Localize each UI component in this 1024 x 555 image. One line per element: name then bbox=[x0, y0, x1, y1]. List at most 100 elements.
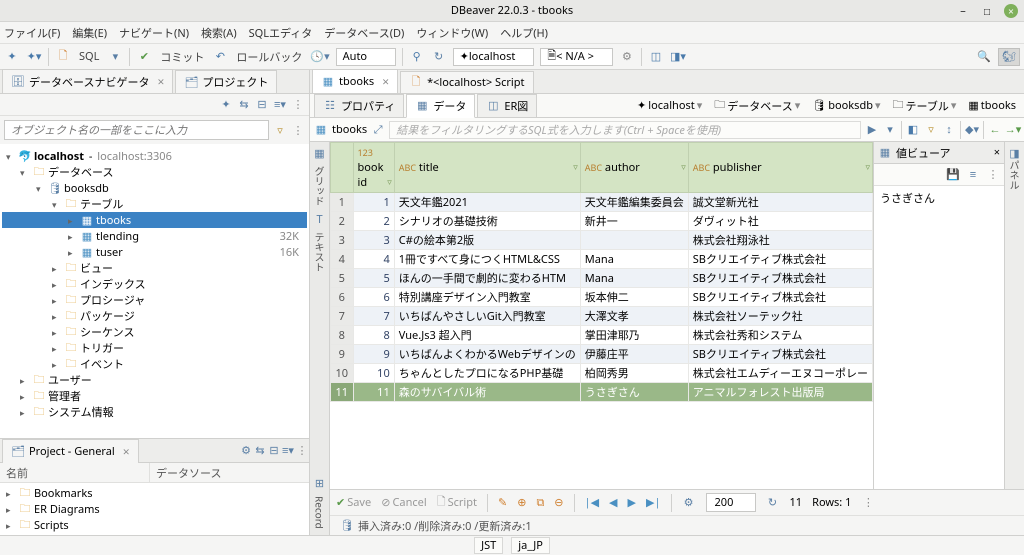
project-item[interactable]: ▸🗀Scripts bbox=[2, 517, 307, 533]
close-tab-icon[interactable]: × bbox=[157, 73, 164, 90]
gear-icon[interactable]: ⚙ bbox=[239, 444, 253, 458]
autocommit-select[interactable]: Auto bbox=[336, 48, 396, 66]
table-row[interactable]: 4 4 1冊ですべて身につくHTML&CSS Mana SBクリエイティブ株式会… bbox=[331, 250, 873, 269]
filter2-icon[interactable]: ▿ bbox=[924, 123, 938, 137]
tree-folder[interactable]: ▸🗀ユーザー bbox=[2, 372, 307, 388]
crumb-table[interactable]: ▦tbooks bbox=[964, 97, 1020, 114]
close-button[interactable]: × bbox=[1004, 4, 1018, 18]
last-icon[interactable]: ▶| bbox=[646, 495, 661, 510]
script-button[interactable]: 🗋Script bbox=[437, 493, 477, 512]
filter-icon[interactable]: ▿ bbox=[273, 123, 287, 137]
prev-icon[interactable]: ◀ bbox=[609, 495, 617, 510]
tool2-icon[interactable]: ◨▾ bbox=[670, 48, 686, 66]
column-header[interactable]: ABC title▿ bbox=[394, 143, 580, 193]
more-icon[interactable]: ⋮ bbox=[861, 496, 875, 510]
back-icon[interactable]: ← bbox=[988, 123, 1002, 137]
text-icon[interactable]: T bbox=[313, 212, 327, 226]
menu-help[interactable]: ヘルプ(H) bbox=[500, 25, 548, 41]
tab-project-general[interactable]: 🗂 Project - General × bbox=[2, 439, 139, 463]
link-icon[interactable]: ⇆ bbox=[253, 444, 267, 458]
rollback-icon[interactable]: ↶ bbox=[212, 48, 228, 66]
run-icon[interactable]: ▶ bbox=[865, 123, 879, 137]
crumb-db[interactable]: 🗀データベース▾ bbox=[710, 95, 804, 116]
maximize-button[interactable]: □ bbox=[980, 4, 994, 18]
mode-grid[interactable]: グリッド bbox=[312, 166, 327, 206]
next-icon[interactable]: ▶ bbox=[628, 495, 636, 510]
nav-config-icon[interactable]: ≡▾ bbox=[273, 98, 287, 112]
sort-icon[interactable]: ↕ bbox=[942, 123, 956, 137]
menu-icon[interactable]: ⋮ bbox=[295, 444, 309, 458]
table-row[interactable]: 7 7 いちばんやさしいGit入門教室 大澤文孝 株式会社ソーテック社 bbox=[331, 307, 873, 326]
column-header[interactable]: ABC author▿ bbox=[580, 143, 688, 193]
minimize-button[interactable]: − bbox=[956, 4, 970, 18]
menu-window[interactable]: ウィンドウ(W) bbox=[416, 25, 488, 41]
config-icon[interactable]: ◆▾ bbox=[965, 123, 979, 137]
connection-select[interactable]: ✦ localhost bbox=[453, 48, 535, 66]
first-icon[interactable]: |◀ bbox=[585, 495, 600, 510]
tree-table-tuser[interactable]: ▸▦ tuser16K bbox=[2, 244, 307, 260]
table-row[interactable]: 3 3 C#の絵本第2版 株式会社翔泳社 bbox=[331, 231, 873, 250]
config-icon[interactable]: ≡▾ bbox=[281, 444, 295, 458]
tree-folder[interactable]: ▸🗀イベント bbox=[2, 356, 307, 372]
expand-icon[interactable]: ⤢ bbox=[371, 123, 385, 137]
sql-dropdown-icon[interactable]: ▾ bbox=[107, 48, 123, 66]
tree-connection[interactable]: ▾🐬 localhost - localhost:3306 bbox=[2, 148, 307, 164]
gear-icon[interactable]: ⚙ bbox=[682, 496, 696, 510]
db-tree[interactable]: ▾🐬 localhost - localhost:3306 ▾🗀 データベース … bbox=[0, 144, 309, 438]
close-tab-icon[interactable]: × bbox=[123, 443, 130, 460]
panels-icon[interactable]: ◧ bbox=[906, 123, 920, 137]
refresh-icon[interactable]: ↻ bbox=[766, 496, 780, 510]
col-name[interactable]: 名前 bbox=[0, 463, 150, 482]
history-icon[interactable]: ▾ bbox=[883, 123, 897, 137]
settings-icon[interactable]: ⚙ bbox=[619, 48, 635, 66]
menu-icon[interactable]: ≡ bbox=[966, 168, 980, 182]
table-row[interactable]: 2 2 シナリオの基礎技術 新井一 ダヴィット社 bbox=[331, 212, 873, 231]
nav-search-input[interactable] bbox=[4, 120, 269, 140]
grid-icon[interactable]: ▦ bbox=[313, 146, 327, 160]
collapse-icon[interactable]: ⊟ bbox=[267, 444, 281, 458]
crumb-conn[interactable]: ✦localhost▾ bbox=[633, 97, 706, 114]
tab-project[interactable]: 🗂 プロジェクト bbox=[175, 70, 277, 93]
dup-row-icon[interactable]: ⧉ bbox=[536, 495, 544, 510]
crumb-tables[interactable]: 🗀テーブル▾ bbox=[889, 95, 961, 116]
save-button[interactable]: ✔Save bbox=[336, 495, 371, 510]
tree-folder[interactable]: ▸🗀システム情報 bbox=[2, 404, 307, 420]
close-panel-icon[interactable]: × bbox=[994, 145, 1000, 160]
collapse-icon[interactable]: ⇆ bbox=[237, 98, 251, 112]
col-datasource[interactable]: データソース bbox=[150, 463, 227, 482]
tree-schema[interactable]: ▾🛢 booksdb bbox=[2, 180, 307, 196]
more-icon[interactable]: ⋮ bbox=[986, 168, 1000, 182]
tree-folder[interactable]: ▸🗀プロシージャ bbox=[2, 292, 307, 308]
tree-folder[interactable]: ▸🗀シーケンス bbox=[2, 324, 307, 340]
disconnect-icon[interactable]: ⚲ bbox=[409, 48, 425, 66]
tool1-icon[interactable]: ◫ bbox=[648, 48, 664, 66]
close-tab-icon[interactable]: × bbox=[382, 73, 389, 90]
table-row[interactable]: 5 5 ほんの一手間で劇的に変わるHTM Mana SBクリエイティブ株式会社 bbox=[331, 269, 873, 288]
tree-folder[interactable]: ▸🗀ビュー bbox=[2, 260, 307, 276]
tree-folder[interactable]: ▸🗀管理者 bbox=[2, 388, 307, 404]
record-icon[interactable]: ⊞ bbox=[313, 476, 327, 490]
project-item[interactable]: ▸🗀ER Diagrams bbox=[2, 501, 307, 517]
perspective-icon[interactable]: 🐿 bbox=[998, 48, 1020, 66]
new-icon[interactable]: ✦▾ bbox=[26, 48, 42, 66]
menu-sql[interactable]: SQLエディタ bbox=[249, 25, 313, 41]
status-tz[interactable]: JST bbox=[474, 537, 503, 554]
new-connection-icon[interactable]: ✦ bbox=[4, 48, 20, 66]
add-row-icon[interactable]: ⊕ bbox=[517, 495, 526, 510]
editor-tab-script[interactable]: 🗋 *<localhost> Script bbox=[400, 71, 533, 93]
mode-text[interactable]: テキスト bbox=[312, 232, 327, 272]
table-row[interactable]: 11 11 森のサバイバル術 うさぎさん アニマルフォレスト出版局 bbox=[331, 383, 873, 402]
table-row[interactable]: 1 1 天文年鑑2021 天文年鑑編集委員会 誠文堂新光社 bbox=[331, 193, 873, 212]
reconnect-icon[interactable]: ↻ bbox=[431, 48, 447, 66]
value-viewer-body[interactable]: うさぎさん bbox=[874, 186, 1004, 489]
fwd-icon[interactable]: →▾ bbox=[1006, 123, 1020, 137]
tree-folder[interactable]: ▸🗀インデックス bbox=[2, 276, 307, 292]
panel-label[interactable]: パネル bbox=[1007, 160, 1022, 190]
search-icon[interactable]: 🔍 bbox=[976, 48, 992, 66]
panel-icon[interactable]: ◨ bbox=[1008, 146, 1022, 160]
data-grid[interactable]: 123 book id▿ ABC title▿ ABC author▿ ABC … bbox=[330, 142, 874, 489]
menu-database[interactable]: データベース(D) bbox=[324, 25, 404, 41]
fetch-count-input[interactable]: 200 bbox=[706, 493, 756, 512]
txn-dropdown-icon[interactable]: 🕓▾ bbox=[310, 48, 329, 66]
cancel-button[interactable]: ⊘Cancel bbox=[381, 495, 426, 510]
